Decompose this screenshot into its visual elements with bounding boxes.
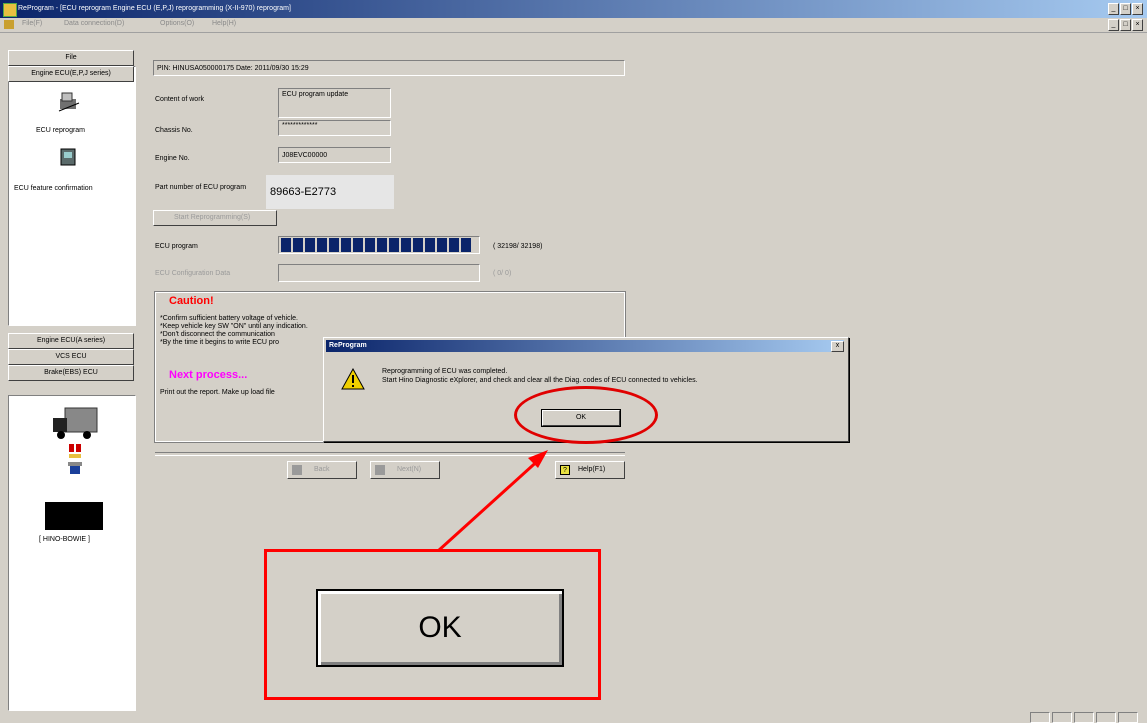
caution-line-3: *Don't disconnect the communication: [160, 331, 275, 338]
content-of-work-label: Content of work: [155, 96, 205, 103]
window-title: ReProgram - [ECU reprogram Engine ECU (E…: [18, 5, 291, 12]
truck-icon: [51, 406, 99, 440]
start-reprogramming-button[interactable]: Start Reprogramming(S): [153, 210, 277, 226]
caution-line-2: *Keep vehicle key SW "ON" until any indi…: [160, 323, 308, 330]
sidebar-item-ecu-reprogram[interactable]: ECU reprogram: [36, 127, 85, 134]
part-number-label: Part number of ECU program: [155, 184, 247, 191]
help-button[interactable]: ? Help(F1): [555, 461, 625, 479]
minimize-button[interactable]: _: [1108, 3, 1119, 15]
device-label: [ HINO-BOWIE ]: [39, 536, 90, 543]
status-cell: [1074, 712, 1094, 723]
back-button[interactable]: Back: [287, 461, 357, 479]
sidebar-tab-file[interactable]: File: [8, 50, 134, 66]
mdi-restore-button[interactable]: □: [1120, 19, 1131, 31]
status-cell: [1118, 712, 1138, 723]
device-panel: [ HINO-BOWIE ]: [8, 395, 136, 711]
content-of-work-field: ECU program update: [278, 88, 391, 118]
dialog-message-line-1: Reprogramming of ECU was completed.: [382, 368, 508, 375]
ok-highlight-ellipse: [514, 386, 658, 444]
engine-no-field: J08EVC00000: [278, 147, 391, 163]
next-arrow-icon: [375, 465, 385, 475]
ecu-program-progress-bar: [278, 236, 480, 254]
next-process-text: Print out the report. Make up load file: [160, 389, 275, 396]
maximize-button[interactable]: □: [1120, 3, 1131, 15]
status-cell: [1052, 712, 1072, 723]
sidebar-panel: ECU reprogram ECU feature confirmation: [8, 66, 136, 326]
next-process-title: Next process...: [169, 369, 248, 381]
sidebar-item-ecu-feature-confirmation[interactable]: ECU feature confirmation: [14, 185, 93, 192]
mdi-minimize-button[interactable]: _: [1108, 19, 1119, 31]
caution-title: Caution!: [169, 295, 214, 307]
dialog-message-line-2: Start Hino Diagnostic eXplorer, and chec…: [382, 377, 698, 384]
ecu-config-count: ( 0/ 0): [493, 270, 512, 277]
menu-bar: File(F) Data connection(D) Options(O) He…: [0, 18, 1147, 33]
menu-data-connection[interactable]: Data connection(D): [64, 20, 124, 27]
hino-bowie-device-icon: [45, 502, 103, 530]
close-button[interactable]: ×: [1132, 3, 1143, 15]
ecu-feature-icon[interactable]: [59, 147, 79, 169]
callout-ok-button: OK: [316, 589, 564, 667]
ecu-config-label: ECU Configuration Data: [155, 270, 231, 277]
warning-icon: [341, 367, 365, 390]
chassis-label: Chassis No.: [155, 127, 193, 134]
pin-date-field: PIN: HINUSA050000175 Date: 2011/09/30 15…: [153, 60, 625, 76]
sidebar-tab-engine-a[interactable]: Engine ECU(A series): [8, 333, 134, 349]
annotation-arrow: [436, 450, 548, 553]
ecu-config-progress-bar: [278, 264, 480, 282]
title-bar: ReProgram - [ECU reprogram Engine ECU (E…: [0, 0, 1147, 18]
ecu-program-label: ECU program: [155, 243, 198, 250]
progress-fill: [281, 238, 472, 252]
sidebar-tab-vcs[interactable]: VCS ECU: [8, 349, 134, 365]
mdi-doc-icon: [4, 20, 14, 29]
ecu-program-count: ( 32198/ 32198): [493, 243, 543, 250]
help-icon: ?: [560, 465, 570, 475]
sidebar-tab-engine-epj[interactable]: Engine ECU(E,P,J series): [8, 66, 134, 82]
caution-line-4: *By the time it begins to write ECU pro: [160, 339, 280, 346]
connector-icon: [65, 444, 85, 474]
menu-options[interactable]: Options(O): [160, 20, 194, 27]
back-arrow-icon: [292, 465, 302, 475]
mdi-close-button[interactable]: ×: [1132, 19, 1143, 31]
dialog-title: ReProgram: [326, 340, 844, 352]
dialog-close-button[interactable]: x: [831, 341, 844, 352]
app-icon: [3, 3, 17, 17]
status-cell: [1096, 712, 1116, 723]
engine-no-label: Engine No.: [155, 155, 190, 162]
chassis-field: *************: [278, 120, 391, 136]
status-cell: [1030, 712, 1050, 723]
part-number-field: 89663-E2773: [266, 175, 394, 209]
menu-file[interactable]: File(F): [22, 20, 42, 27]
ecu-reprogram-icon[interactable]: [57, 89, 81, 113]
caution-line-1: *Confirm sufficient battery voltage of v…: [160, 315, 298, 322]
menu-help[interactable]: Help(H): [212, 20, 236, 27]
sidebar-tab-brake-ebs[interactable]: Brake(EBS) ECU: [8, 365, 134, 381]
